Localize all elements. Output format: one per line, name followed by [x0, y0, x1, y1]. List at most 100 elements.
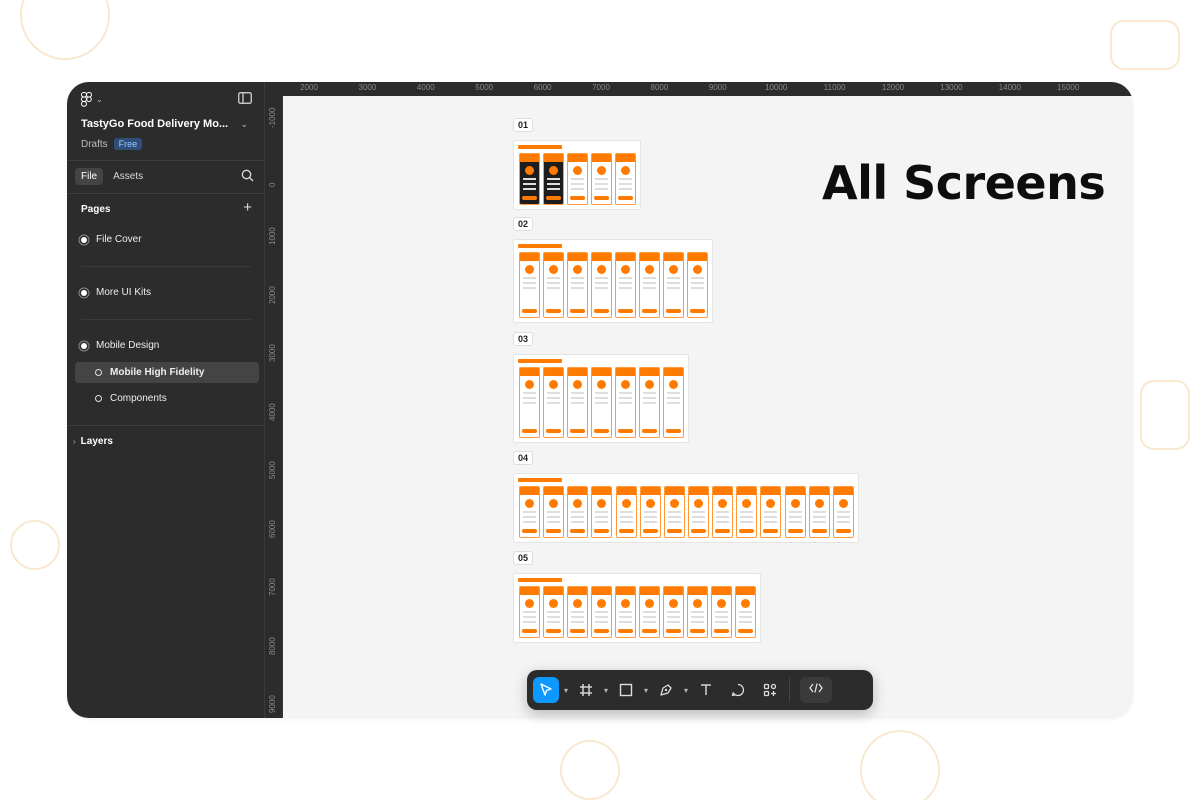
page-item-file-cover[interactable]: File Cover	[81, 234, 142, 245]
section-banner	[518, 244, 562, 248]
screen-thumbnail[interactable]	[567, 252, 588, 318]
sidebar-toggle-icon[interactable]	[238, 91, 252, 109]
section-label-02[interactable]: 02	[513, 217, 534, 231]
ruler-tick-label: 15000	[1057, 83, 1080, 92]
screen-thumbnail[interactable]	[519, 486, 540, 538]
section-label-05[interactable]: 05	[513, 551, 534, 565]
screen-thumbnail[interactable]	[591, 586, 612, 638]
chevron-right-icon: ›	[73, 437, 76, 446]
screen-thumbnail[interactable]	[591, 153, 612, 205]
screen-thumbnail[interactable]	[639, 586, 660, 638]
screen-thumbnail[interactable]	[736, 486, 758, 538]
screen-thumbnail[interactable]	[760, 486, 782, 538]
screen-thumbnail[interactable]	[543, 153, 564, 205]
pen-tool-icon[interactable]	[653, 677, 679, 703]
tab-file[interactable]: File	[75, 168, 104, 185]
screen-thumbnail[interactable]	[663, 586, 684, 638]
screen-thumbnail[interactable]	[519, 252, 540, 318]
screen-thumbnail[interactable]	[663, 486, 685, 538]
screen-thumbnail[interactable]	[663, 252, 684, 318]
screen-thumbnail[interactable]	[688, 486, 709, 538]
screen-thumbnail[interactable]	[639, 367, 660, 438]
page-item-more-ui-kits[interactable]: More UI Kits	[81, 287, 151, 298]
page-item-mobile-design[interactable]: Mobile Design	[81, 340, 159, 351]
chevron-down-icon[interactable]: ▾	[679, 686, 693, 695]
screen-thumbnail[interactable]	[615, 486, 637, 538]
toolbar-divider	[789, 678, 790, 702]
ruler-tick-label: 12000	[881, 83, 905, 92]
screens-frame-05[interactable]	[513, 573, 761, 643]
section-label-04[interactable]: 04	[513, 451, 534, 465]
main-menu-button[interactable]: ⌄	[81, 92, 103, 107]
screen-thumbnail[interactable]	[591, 367, 612, 438]
comment-tool-icon[interactable]	[725, 677, 751, 703]
screen-thumbnail[interactable]	[543, 252, 564, 318]
screen-thumbnail[interactable]	[543, 367, 564, 438]
file-title[interactable]: TastyGo Food Delivery Mo...	[81, 118, 228, 130]
chevron-down-icon[interactable]: ▾	[559, 686, 573, 695]
screen-thumbnail[interactable]	[567, 367, 588, 438]
screen-thumbnail[interactable]	[543, 486, 565, 538]
chevron-down-icon[interactable]: ▾	[599, 686, 613, 695]
screen-thumbnail[interactable]	[687, 252, 708, 318]
frame-tool-icon[interactable]	[573, 677, 599, 703]
add-page-icon[interactable]: +	[243, 200, 252, 215]
dev-mode-toggle[interactable]	[800, 677, 832, 703]
ruler-tick-label: 9000	[708, 83, 727, 92]
panel-tabs: File Assets	[75, 168, 149, 185]
food-doodle	[1140, 380, 1190, 450]
screens-frame-02[interactable]	[513, 239, 713, 323]
page-item-components[interactable]: Components	[75, 388, 259, 409]
divider	[67, 160, 265, 161]
screen-thumbnail[interactable]	[615, 153, 636, 205]
actions-tool-icon[interactable]	[757, 677, 783, 703]
food-doodle	[1110, 20, 1180, 70]
ruler-tick-label: 5000	[268, 461, 277, 479]
chevron-down-icon[interactable]: ⌄	[240, 119, 248, 130]
screen-thumbnail[interactable]	[663, 367, 684, 438]
screen-thumbnail[interactable]	[639, 486, 661, 538]
text-tool-icon[interactable]	[693, 677, 719, 703]
screen-thumbnail[interactable]	[591, 252, 612, 318]
screens-frame-03[interactable]	[513, 354, 689, 443]
screen-thumbnail[interactable]	[808, 486, 830, 538]
screen-thumbnail[interactable]	[591, 486, 613, 538]
screen-thumbnail[interactable]	[519, 153, 540, 205]
drafts-label[interactable]: Drafts	[81, 139, 108, 150]
rectangle-tool-icon[interactable]	[613, 677, 639, 703]
horizontal-ruler: 2000 3000 4000 5000 6000 7000 8000 9000 10000 110…	[265, 82, 1133, 96]
screen-thumbnail[interactable]	[711, 586, 732, 638]
tab-assets[interactable]: Assets	[107, 168, 149, 185]
screen-thumbnail[interactable]	[519, 586, 540, 638]
screen-thumbnail[interactable]	[615, 367, 636, 438]
screens-frame-01[interactable]	[513, 140, 641, 210]
screen-thumbnail[interactable]	[639, 252, 660, 318]
screen-thumbnail[interactable]	[567, 586, 588, 638]
ruler-tick-label: 4000	[268, 402, 277, 421]
section-banner	[518, 578, 562, 582]
figma-logo-icon	[81, 92, 92, 107]
screens-frame-04[interactable]	[513, 473, 859, 543]
screen-thumbnail[interactable]	[615, 586, 636, 638]
screen-thumbnail[interactable]	[543, 586, 564, 638]
chevron-down-icon[interactable]: ▾	[639, 686, 653, 695]
move-tool-icon[interactable]	[533, 677, 559, 703]
screen-thumbnail[interactable]	[735, 586, 756, 638]
screen-thumbnail[interactable]	[519, 367, 540, 438]
screen-thumbnail[interactable]	[567, 486, 589, 538]
section-label-03[interactable]: 03	[513, 332, 534, 346]
left-sidebar: ⌄ TastyGo Food Delivery Mo... ⌄ Drafts F…	[67, 82, 265, 718]
screen-thumbnail[interactable]	[567, 153, 588, 205]
screen-thumbnail[interactable]	[832, 486, 854, 538]
screen-thumbnail[interactable]	[784, 486, 806, 538]
screen-thumbnail[interactable]	[615, 252, 636, 318]
page-item-mobile-high-fidelity[interactable]: Mobile High Fidelity	[75, 362, 259, 383]
page-ring-icon	[95, 395, 102, 402]
food-doodle	[10, 520, 60, 570]
layers-section[interactable]: › Layers	[73, 436, 113, 447]
section-label-01[interactable]: 01	[513, 118, 534, 132]
page-ring-icon	[95, 369, 102, 376]
screen-thumbnail[interactable]	[687, 586, 708, 638]
search-icon[interactable]	[241, 169, 254, 187]
screen-thumbnail[interactable]	[712, 486, 734, 538]
